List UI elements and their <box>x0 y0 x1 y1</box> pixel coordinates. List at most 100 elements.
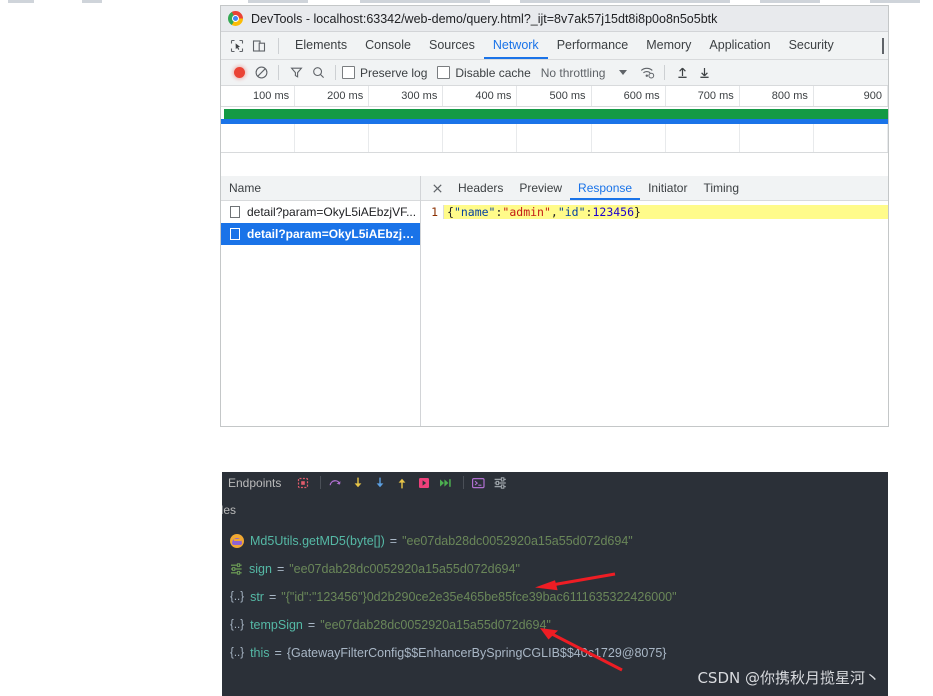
variable-name: tempSign <box>250 618 303 632</box>
tab-headers[interactable]: Headers <box>450 176 511 200</box>
clear-icon[interactable] <box>250 62 272 84</box>
toolbar-divider <box>278 37 279 54</box>
overview-load-bar <box>224 109 888 119</box>
variable-value: "ee07dab28dc0052920a15a55d072d694" <box>289 562 520 576</box>
debugger-toolbar: Endpoints <box>222 472 888 493</box>
tab-application[interactable]: Application <box>700 32 779 59</box>
toolbar-divider <box>320 476 322 489</box>
response-line: 1 {"name":"admin","id":123456} <box>421 205 888 220</box>
tab-initiator[interactable]: Initiator <box>640 176 695 200</box>
toolbar-divider <box>335 65 336 80</box>
step-out-icon[interactable] <box>392 474 411 492</box>
object-icon: {..} <box>230 647 245 659</box>
object-icon: {..} <box>230 591 245 603</box>
preserve-log-label[interactable]: Preserve log <box>360 66 427 80</box>
step-over-icon[interactable] <box>326 474 345 492</box>
toolbar-divider <box>463 476 465 489</box>
response-json-text[interactable]: {"name":"admin","id":123456} <box>443 205 888 219</box>
tab-timing[interactable]: Timing <box>695 176 747 200</box>
step-into-icon[interactable] <box>348 474 367 492</box>
tab-response[interactable]: Response <box>570 176 641 200</box>
table-row[interactable]: detail?param=OkyL5iAEbzjVF... <box>221 201 420 223</box>
variables-label: bles <box>222 503 237 517</box>
tab-elements[interactable]: Elements <box>286 32 356 59</box>
ruler-tick: 200 ms <box>295 86 370 106</box>
tab-memory[interactable]: Memory <box>637 32 700 59</box>
variable-name: str <box>250 590 264 604</box>
import-har-icon[interactable] <box>671 62 693 84</box>
equals-sign: = <box>276 562 285 576</box>
mute-breakpoints-icon[interactable] <box>293 474 312 492</box>
equals-sign: = <box>274 646 282 660</box>
response-body[interactable]: 1 {"name":"admin","id":123456} <box>421 201 888 426</box>
table-row[interactable]: detail?param=OkyL5iAEbzjVF... <box>221 223 420 245</box>
ruler-tick: 500 ms <box>517 86 592 106</box>
export-har-icon[interactable] <box>693 62 715 84</box>
inspect-element-icon[interactable] <box>227 36 247 56</box>
watermark: CSDN @你携秋月揽星河丶 <box>697 669 880 687</box>
close-icon[interactable] <box>427 178 447 198</box>
ruler-tick: 800 ms <box>740 86 814 106</box>
network-body: Name detail?param=OkyL5iAEbzjVF... detai… <box>221 176 888 426</box>
list-item[interactable]: {..} tempSign = "ee07dab28dc0052920a15a5… <box>230 611 888 639</box>
list-item[interactable]: Md5Utils.getMD5(byte[]) = "ee07dab28dc00… <box>230 527 888 555</box>
request-column-header-name[interactable]: Name <box>221 176 420 201</box>
variable-value: "{"id":"123456"}0d2b290ce2e35e465be85fce… <box>281 590 677 604</box>
devtools-titlebar: DevTools - localhost:63342/web-demo/quer… <box>221 6 888 32</box>
toolbar-divider <box>278 65 279 80</box>
list-item[interactable]: {..} str = "{"id":"123456"}0d2b290ce2e35… <box>230 583 888 611</box>
devtools-tabbar: Elements Console Sources Network Perform… <box>221 32 888 60</box>
variables-panel-header: bles <box>222 493 888 527</box>
tab-console[interactable]: Console <box>356 32 420 59</box>
ruler-tick: 700 ms <box>666 86 740 106</box>
list-item[interactable]: {..} this = {GatewayFilterConfig$$Enhanc… <box>230 639 888 667</box>
field-icon <box>230 563 243 575</box>
ruler-tick: 400 ms <box>443 86 518 106</box>
tab-preview[interactable]: Preview <box>511 176 570 200</box>
settings-icon[interactable] <box>491 474 510 492</box>
overview-gridlines <box>221 124 888 152</box>
disable-cache-label[interactable]: Disable cache <box>455 66 530 80</box>
debugger-tab-endpoints[interactable]: Endpoints <box>228 476 281 490</box>
equals-sign: = <box>268 590 277 604</box>
force-step-into-icon[interactable] <box>370 474 389 492</box>
request-name: detail?param=OkyL5iAEbzjVF... <box>247 205 417 219</box>
tab-sources[interactable]: Sources <box>420 32 484 59</box>
device-toolbar-icon[interactable] <box>249 36 269 56</box>
top-edge-artifacts <box>0 0 933 4</box>
network-conditions-icon[interactable] <box>636 62 658 84</box>
chevron-down-icon[interactable] <box>619 70 628 75</box>
list-item[interactable]: sign = "ee07dab28dc0052920a15a55d072d694… <box>230 555 888 583</box>
tab-network[interactable]: Network <box>483 32 548 59</box>
method-return-value-icon <box>230 534 244 548</box>
ruler-tick: 600 ms <box>592 86 666 106</box>
document-icon <box>230 228 240 240</box>
variable-value: {GatewayFilterConfig$$EnhancerBySpringCG… <box>286 646 667 660</box>
tab-overflow-button[interactable] <box>878 32 888 59</box>
search-icon[interactable] <box>307 62 329 84</box>
window-title: DevTools - localhost:63342/web-demo/quer… <box>251 11 718 26</box>
variable-name: this <box>250 646 270 660</box>
preserve-log-checkbox[interactable] <box>342 66 355 79</box>
throttling-select-value[interactable]: No throttling <box>541 66 606 80</box>
record-button[interactable] <box>228 62 250 84</box>
request-detail-pane: Headers Preview Response Initiator Timin… <box>421 176 888 426</box>
filter-icon[interactable] <box>285 62 307 84</box>
variable-value: "ee07dab28dc0052920a15a55d072d694" <box>320 618 551 632</box>
tab-security[interactable]: Security <box>780 32 843 59</box>
ruler-tick: 100 ms <box>221 86 296 106</box>
chrome-logo-icon <box>228 11 243 26</box>
debugger-window: Endpoints es Md5Utils.getMD5(byte[]) = "… <box>222 472 888 696</box>
tab-performance[interactable]: Performance <box>548 32 638 59</box>
resume-program-icon[interactable] <box>436 474 455 492</box>
ruler-tick: 900 <box>814 86 888 106</box>
variable-value: "ee07dab28dc0052920a15a55d072d694" <box>402 534 633 548</box>
devtools-window: DevTools - localhost:63342/web-demo/quer… <box>220 5 889 427</box>
detail-tabbar: Headers Preview Response Initiator Timin… <box>421 176 888 201</box>
run-to-cursor-icon[interactable] <box>414 474 433 492</box>
network-overview-timeline[interactable] <box>221 107 888 153</box>
request-name: detail?param=OkyL5iAEbzjVF... <box>247 227 420 241</box>
disable-cache-checkbox[interactable] <box>437 66 451 79</box>
evaluate-expression-icon[interactable] <box>469 474 488 492</box>
toolbar-divider <box>664 65 666 80</box>
